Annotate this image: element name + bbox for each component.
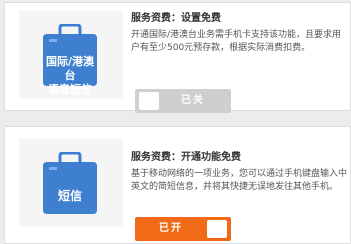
service-fee-label: 服务资费：设置免费: [131, 13, 221, 24]
service-info: 服务资费：设置免费 开通国际/港澳台业务需手机卡支持该功能，且要求用户有至少50…: [131, 12, 347, 55]
service-info: 服务资费：开通功能免费 基于移动网络的一项业务，您可以通过手机键盘输入中英文的简…: [131, 151, 347, 194]
service-toggle-intl-sms[interactable]: 已关: [135, 89, 231, 113]
toggle-label: 已关: [181, 95, 205, 106]
service-icon-panel: 国际/港澳台 语音短信: [19, 11, 123, 99]
service-card-intl-sms: 国际/港澳台 语音短信 服务资费：设置免费 开通国际/港澳台业务需手机卡支持该功…: [4, 2, 351, 113]
bag-icon: 短信: [41, 152, 99, 216]
toggle-knob: [139, 92, 159, 110]
service-icon-label-line1: 短信: [57, 189, 82, 203]
service-icon-label-line2: 语音短信: [48, 83, 92, 96]
toggle-label: 已开: [159, 223, 183, 234]
bag-icon: 国际/港澳台 语音短信: [41, 24, 99, 96]
service-icon-label-line1: 国际/港澳台: [45, 55, 95, 82]
service-description: 基于移动网络的一项业务，您可以通过手机键盘输入中英文的简短信息，并将其快捷无误地…: [131, 169, 348, 192]
service-card-sms: 短信 服务资费：开通功能免费 基于移动网络的一项业务，您可以通过手机键盘输入中英…: [4, 126, 351, 244]
service-fee-label: 服务资费：开通功能免费: [131, 152, 241, 163]
service-icon-panel: 短信: [19, 139, 123, 227]
service-toggle-sms[interactable]: 已开: [135, 217, 231, 241]
toggle-knob: [207, 220, 227, 238]
service-description: 开通国际/港澳台业务需手机卡支持该功能，且要求用户有至少500元预存款，根据实际…: [131, 30, 342, 53]
